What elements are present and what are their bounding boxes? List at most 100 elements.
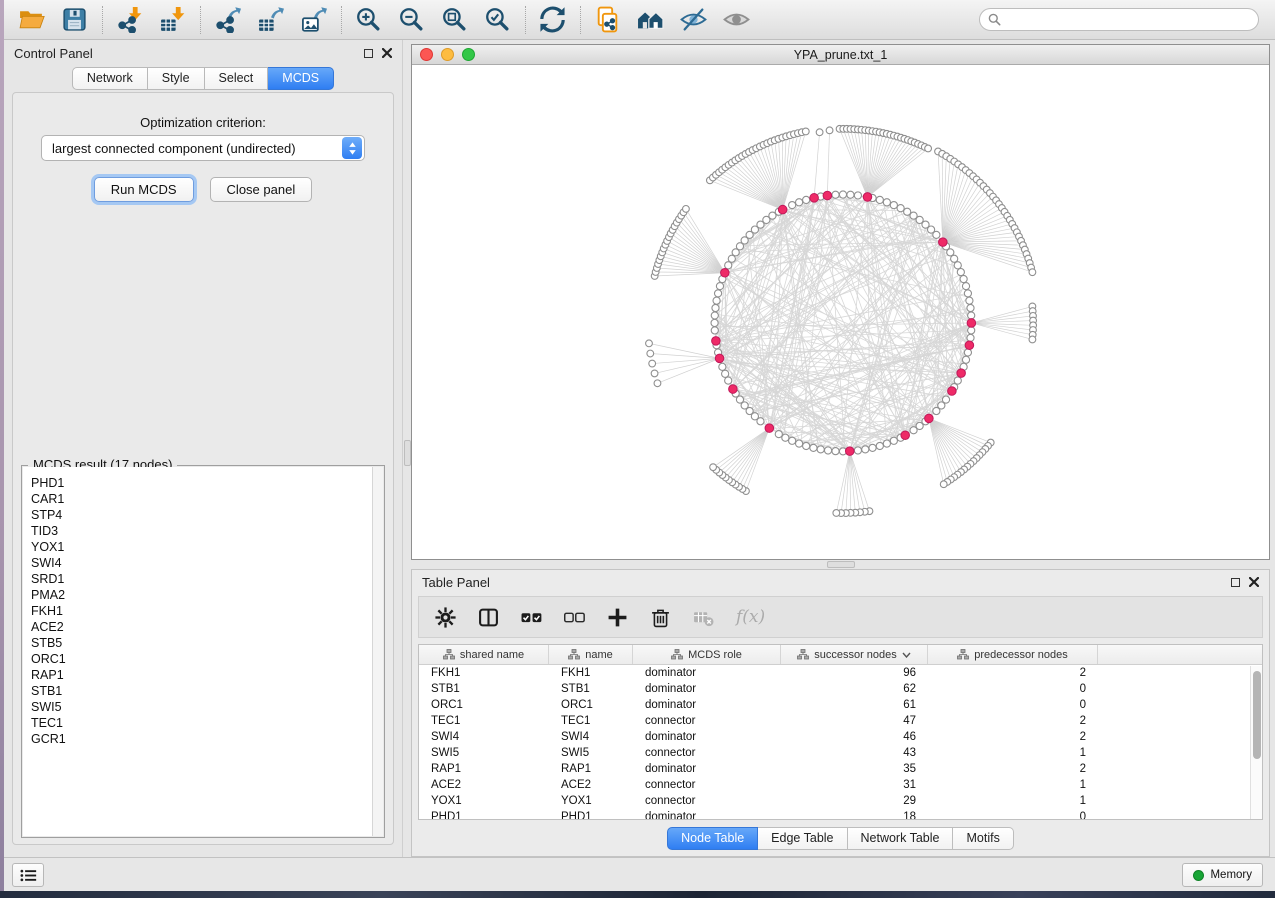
tab-mcds[interactable]: MCDS [268,67,334,90]
hide-selected-button[interactable] [676,3,710,37]
table-row[interactable]: STB1STB1dominator620 [419,681,1262,697]
close-panel-icon[interactable] [382,48,392,58]
cell-predecessor-nodes: 1 [928,745,1098,761]
column-header-successor-nodes[interactable]: successor nodes [781,645,928,664]
table-row[interactable]: SWI5SWI5connector431 [419,745,1262,761]
column-header-mcds-role[interactable]: MCDS role [633,645,781,664]
apply-function-button[interactable]: f(x) [736,607,765,627]
cell-shared-name: YOX1 [419,793,549,809]
tab-edge-table[interactable]: Edge Table [758,827,847,850]
network-graph[interactable] [412,65,1269,559]
unchecked-boxes-icon [564,607,585,628]
houses-icon [637,6,664,33]
mcds-result-item[interactable]: SWI4 [31,555,383,571]
delete-table-button[interactable] [693,607,714,628]
memory-button[interactable]: Memory [1182,863,1263,887]
table-row[interactable]: YOX1YOX1connector291 [419,793,1262,809]
network-view-canvas[interactable] [412,65,1269,559]
vertical-splitter[interactable] [402,40,411,857]
mcds-result-item[interactable]: CAR1 [31,491,383,507]
open-file-button[interactable] [14,3,48,37]
main-toolbar [4,0,1275,40]
tab-select[interactable]: Select [205,67,269,90]
select-all-button[interactable] [521,607,542,628]
mcds-result-item[interactable]: RAP1 [31,667,383,683]
cell-predecessor-nodes: 2 [928,665,1098,681]
horizontal-splitter[interactable] [411,560,1270,569]
zoom-out-button[interactable] [394,3,428,37]
delete-columns-button[interactable] [650,607,671,628]
import-table-icon [159,6,186,33]
float-panel-icon[interactable] [1231,578,1240,587]
mcds-list-scrollbar[interactable] [372,467,383,836]
clone-network-button[interactable] [590,3,624,37]
table-row[interactable]: ORC1ORC1dominator610 [419,697,1262,713]
column-header-predecessor-nodes[interactable]: predecessor nodes [928,645,1098,664]
show-columns-button[interactable] [478,607,499,628]
export-table-button[interactable] [253,3,287,37]
table-row[interactable]: TEC1TEC1connector472 [419,713,1262,729]
mcds-result-list[interactable]: PHD1CAR1STP4TID3YOX1SWI4SRD1PMA2FKH1ACE2… [23,467,383,836]
column-header-name[interactable]: name [549,645,633,664]
toolbar-separator [200,6,201,34]
cell-name: YOX1 [549,793,633,809]
tab-network[interactable]: Network [72,67,148,90]
zoom-in-button[interactable] [351,3,385,37]
task-history-button[interactable] [12,863,44,887]
mcds-result-item[interactable]: TID3 [31,523,383,539]
show-hidden-button[interactable] [719,3,753,37]
search-input[interactable] [1006,10,1258,29]
mcds-result-item[interactable]: ORC1 [31,651,383,667]
run-mcds-button[interactable]: Run MCDS [94,177,194,202]
criterion-select[interactable]: largest connected component (undirected) [41,135,365,161]
trash-icon [650,607,671,628]
splitter-handle[interactable] [827,561,855,568]
column-attribute-icon [797,649,809,660]
mcds-result-item[interactable]: STP4 [31,507,383,523]
table-row[interactable]: PHD1PHD1dominator180 [419,809,1262,820]
tab-style[interactable]: Style [148,67,205,90]
table-row[interactable]: FKH1FKH1dominator962 [419,665,1262,681]
mcds-result-item[interactable]: STB1 [31,683,383,699]
table-row[interactable]: SWI4SWI4dominator462 [419,729,1262,745]
mcds-result-item[interactable]: YOX1 [31,539,383,555]
zoom-out-icon [398,6,425,33]
deselect-all-button[interactable] [564,607,585,628]
mcds-result-item[interactable]: PMA2 [31,587,383,603]
table-row[interactable]: RAP1RAP1dominator352 [419,761,1262,777]
column-header-shared-name[interactable]: shared name [419,645,549,664]
save-session-button[interactable] [57,3,91,37]
network-window-titlebar[interactable]: YPA_prune.txt_1 [412,45,1269,65]
splitter-handle[interactable] [404,440,411,466]
cybrowser-button[interactable] [633,3,667,37]
export-network-button[interactable] [210,3,244,37]
mcds-result-item[interactable]: SRD1 [31,571,383,587]
add-column-button[interactable] [607,607,628,628]
mcds-result-item[interactable]: PHD1 [31,475,383,491]
table-scrollbar-thumb[interactable] [1253,671,1261,759]
mcds-result-item[interactable]: GCR1 [31,731,383,747]
mcds-result-item[interactable]: STB5 [31,635,383,651]
table-row[interactable]: ACE2ACE2connector311 [419,777,1262,793]
mcds-result-item[interactable]: SWI5 [31,699,383,715]
mcds-result-item[interactable]: ACE2 [31,619,383,635]
cell-predecessor-nodes: 2 [928,761,1098,777]
cell-successor-nodes: 29 [781,793,928,809]
tab-motifs[interactable]: Motifs [953,827,1013,850]
table-settings-button[interactable] [435,607,456,628]
table-scrollbar[interactable] [1250,666,1262,819]
close-panel-button[interactable]: Close panel [210,177,313,202]
mcds-result-item[interactable]: TEC1 [31,715,383,731]
import-network-button[interactable] [112,3,146,37]
tab-node-table[interactable]: Node Table [667,827,758,850]
mcds-result-item[interactable]: FKH1 [31,603,383,619]
zoom-fit-button[interactable] [437,3,471,37]
export-image-button[interactable] [296,3,330,37]
close-panel-icon[interactable] [1249,577,1259,587]
zoom-selected-button[interactable] [480,3,514,37]
tab-network-table[interactable]: Network Table [848,827,954,850]
mcds-result-groupbox: MCDS result (17 nodes) PHD1CAR1STP4TID3Y… [21,465,385,838]
import-table-button[interactable] [155,3,189,37]
float-panel-icon[interactable] [364,49,373,58]
refresh-button[interactable] [535,3,569,37]
